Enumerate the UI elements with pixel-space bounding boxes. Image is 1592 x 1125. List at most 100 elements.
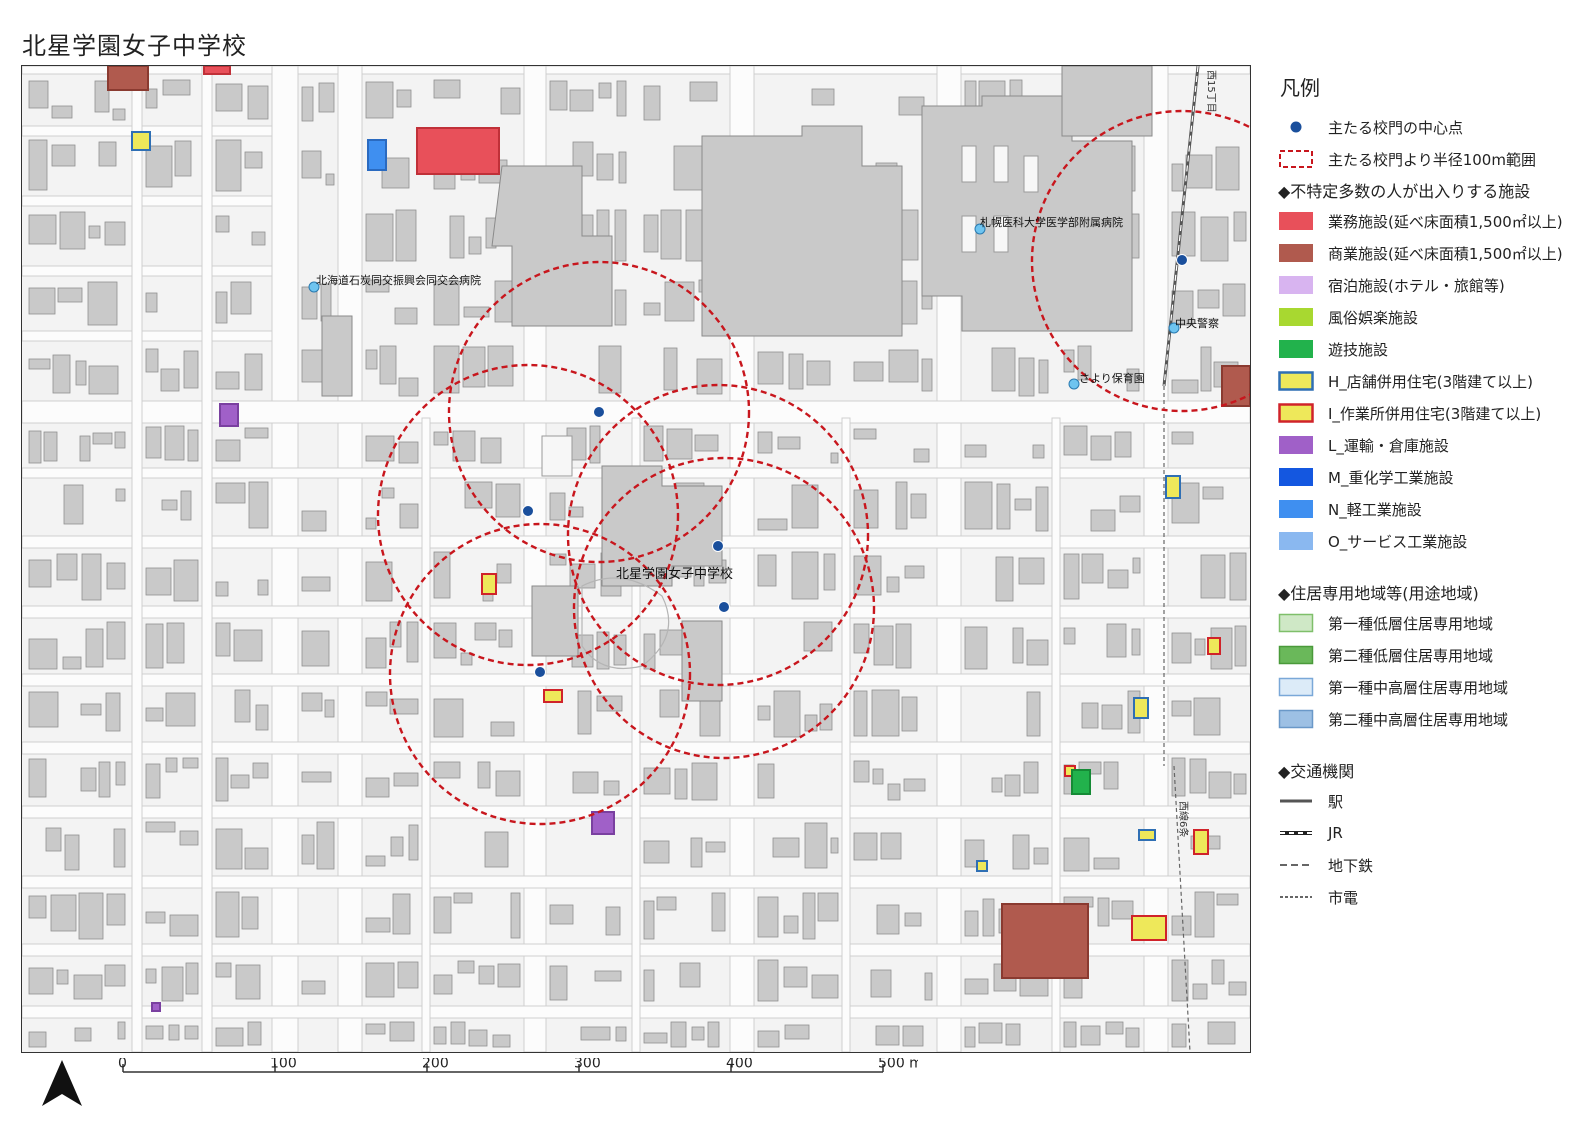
building bbox=[783, 966, 808, 988]
building bbox=[991, 777, 1003, 793]
building bbox=[1171, 915, 1192, 936]
building bbox=[179, 830, 199, 846]
building bbox=[145, 567, 172, 596]
building bbox=[614, 209, 627, 262]
building bbox=[73, 974, 103, 1000]
building bbox=[320, 283, 332, 322]
building bbox=[115, 488, 126, 502]
building bbox=[145, 623, 164, 669]
building bbox=[394, 307, 418, 325]
building bbox=[1229, 552, 1247, 601]
transport-building bbox=[219, 403, 239, 427]
building bbox=[433, 1026, 447, 1045]
building bbox=[1171, 163, 1184, 192]
legend-gap bbox=[1278, 735, 1588, 755]
legend: 凡例 主たる校門の中心点 主たる校門より半径100m範囲 ◆不特定多数の人が出入りす… bbox=[1278, 72, 1588, 913]
building bbox=[56, 553, 78, 581]
building bbox=[106, 621, 126, 660]
building bbox=[145, 426, 162, 459]
building bbox=[903, 778, 926, 792]
map-canvas[interactable]: 北星学園女子中学校 北海道石炭同交振興会同交会病院 札幌医科大学医学部附属病院 … bbox=[22, 66, 1250, 1052]
building bbox=[615, 1026, 627, 1042]
legend-label-r1mid: 第一種中高層住居専用地域 bbox=[1328, 678, 1509, 697]
building bbox=[433, 761, 461, 779]
building bbox=[88, 225, 101, 239]
building bbox=[365, 1023, 386, 1035]
building bbox=[433, 79, 461, 99]
building bbox=[244, 847, 269, 870]
legend-symbol-commercial bbox=[1278, 243, 1314, 263]
building bbox=[87, 281, 118, 326]
building bbox=[478, 965, 495, 985]
building bbox=[910, 493, 927, 519]
building bbox=[433, 431, 449, 446]
building bbox=[145, 1025, 164, 1040]
legend-symbol-gate_point bbox=[1278, 117, 1314, 137]
building bbox=[160, 368, 180, 392]
building bbox=[57, 287, 83, 303]
north-arrow-icon bbox=[42, 1060, 82, 1106]
building bbox=[603, 780, 620, 796]
building bbox=[145, 821, 176, 833]
police-label: 中央警察 bbox=[1175, 316, 1219, 330]
scale-tick-label: 400 bbox=[726, 1058, 753, 1072]
building bbox=[395, 209, 417, 262]
building bbox=[757, 518, 788, 531]
building bbox=[1200, 554, 1226, 599]
legend-label-commercial: 商業施設(延べ床面積1,500㎡以上) bbox=[1328, 244, 1563, 263]
work-house bbox=[1207, 637, 1221, 655]
building bbox=[1063, 1021, 1077, 1048]
hospital2-label: 札幌医科大学医学部附属病院 bbox=[980, 215, 1123, 229]
building bbox=[255, 704, 269, 731]
legend-item-tram: 市電 bbox=[1278, 881, 1588, 913]
building bbox=[872, 768, 884, 785]
map-frame[interactable]: 北星学園女子中学校 北海道石炭同交振興会同交会病院 札幌医科大学医学部附属病院 … bbox=[21, 65, 1251, 1053]
building bbox=[169, 914, 199, 937]
building bbox=[498, 629, 513, 648]
building bbox=[1194, 891, 1215, 938]
building bbox=[215, 828, 243, 870]
legend-label-office: 業務施設(延べ床面積1,500㎡以上) bbox=[1328, 212, 1563, 231]
building bbox=[1063, 425, 1088, 456]
building bbox=[673, 145, 703, 191]
legend-gap bbox=[1278, 557, 1588, 577]
building bbox=[757, 351, 784, 385]
building bbox=[241, 896, 259, 930]
building bbox=[1014, 498, 1032, 511]
building bbox=[964, 910, 979, 937]
building bbox=[244, 427, 269, 439]
building bbox=[596, 631, 610, 670]
gate-point bbox=[522, 505, 534, 517]
building bbox=[247, 1021, 262, 1046]
building bbox=[117, 1021, 126, 1040]
building bbox=[791, 484, 819, 529]
legend-label-radius: 主たる校門より半径100m範囲 bbox=[1328, 150, 1536, 169]
building bbox=[1233, 773, 1247, 795]
building bbox=[643, 767, 671, 795]
building bbox=[773, 690, 801, 738]
building bbox=[664, 281, 695, 322]
building bbox=[549, 492, 566, 521]
building bbox=[1101, 704, 1123, 730]
legend-item-office: 業務施設(延べ床面積1,500㎡以上) bbox=[1278, 205, 1588, 237]
building bbox=[830, 837, 839, 854]
legend-label-r2low: 第二種低層住居専用地域 bbox=[1328, 646, 1494, 665]
legend-item-n_light: N_軽工業施設 bbox=[1278, 493, 1588, 525]
building bbox=[707, 1021, 720, 1048]
building bbox=[804, 714, 818, 732]
shop-house bbox=[976, 860, 988, 872]
building bbox=[462, 346, 486, 388]
building bbox=[1202, 486, 1224, 500]
building bbox=[830, 452, 839, 464]
building bbox=[757, 896, 779, 938]
building bbox=[802, 892, 816, 940]
building bbox=[450, 1021, 466, 1045]
building bbox=[215, 622, 231, 657]
gate-point bbox=[718, 601, 730, 613]
building bbox=[318, 82, 335, 113]
building bbox=[689, 81, 718, 102]
legend-symbol-office bbox=[1278, 211, 1314, 231]
legend-label-h2: ◆住居専用地域等(用途地域) bbox=[1278, 584, 1479, 603]
building bbox=[215, 139, 242, 192]
building bbox=[28, 287, 56, 315]
